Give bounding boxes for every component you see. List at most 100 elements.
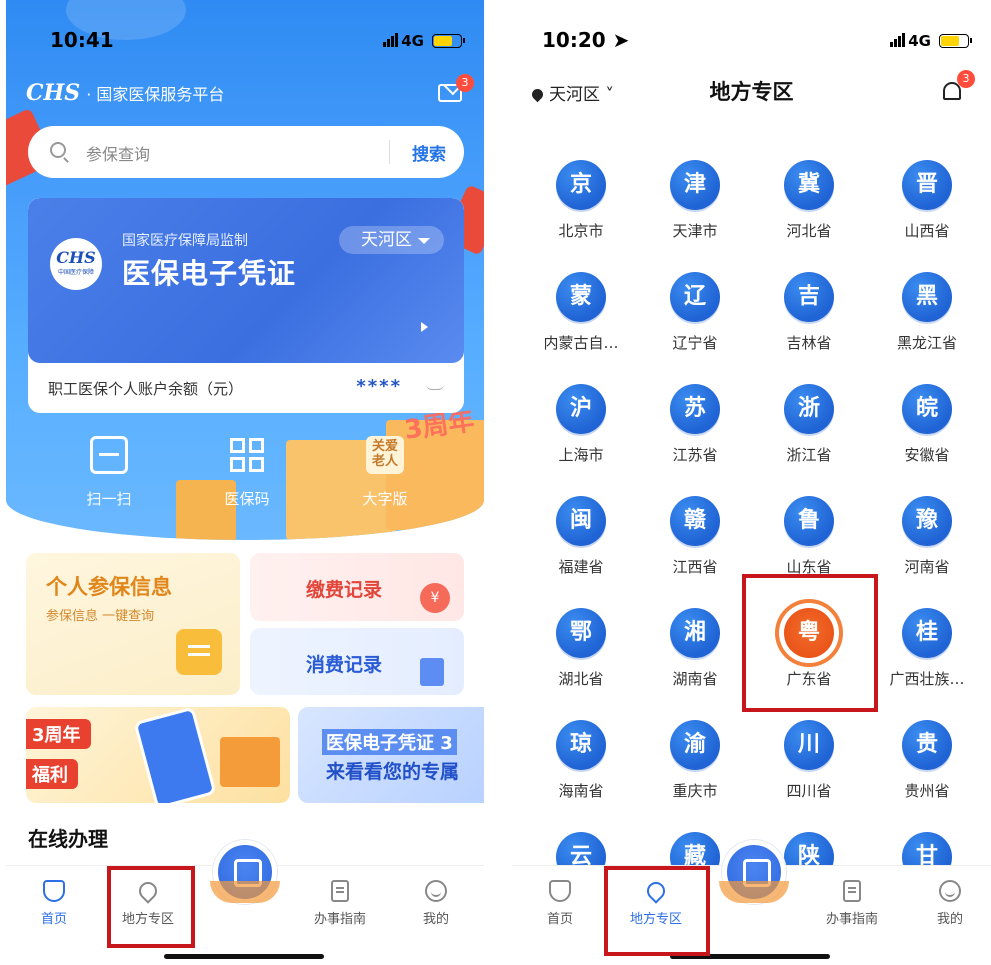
tab-guide[interactable]: 办事指南 [300,880,380,927]
province-item[interactable]: 豫河南省 [868,496,986,577]
province-item[interactable]: 辽辽宁省 [636,272,754,353]
home-indicator [164,954,324,959]
location-arrow-icon: ➤ [612,28,630,52]
voucher-banner[interactable]: 医保电子凭证 3 来看看您的专属 [298,707,484,803]
large-font-button[interactable]: 关爱老人 大字版 [340,436,430,509]
medical-code-center-button[interactable] [719,840,789,904]
signal-indicator: 4G [383,32,424,50]
province-item[interactable]: 赣江西省 [636,496,754,577]
province-name: 江西省 [672,558,718,576]
left-phone-screen: 3周年 10:41 4G CHS · 国家医保服务平台 3 参保查询 搜索 CHS… [6,0,484,965]
province-emblem-icon: 鄂 [556,608,606,658]
province-item[interactable]: 黑黑龙江省 [868,272,986,353]
balance-value: **** [356,376,402,397]
tab-guide[interactable]: 办事指南 [812,880,892,927]
signal-icon [890,33,906,47]
tab-mine[interactable]: 我的 [910,880,990,927]
province-emblem-icon: 琼 [556,720,606,770]
province-item[interactable]: 津天津市 [636,160,754,241]
insurance-info-tile[interactable]: 个人参保信息 参保信息 一键查询 [26,553,240,695]
province-item[interactable]: 川四川省 [750,720,868,801]
card-supervisor: 国家医疗保障局监制 [122,233,248,249]
province-name: 四川省 [786,782,832,800]
folder-icon [176,629,222,675]
app-name: · 国家医保服务平台 [86,85,225,104]
app-brand: CHS · 国家医保服务平台 [26,80,224,106]
phone-illustration [133,707,217,803]
scan-button[interactable]: 扫一扫 [64,436,154,509]
province-item[interactable]: 桂广西壮族… [868,608,986,689]
payment-record-tile[interactable]: 缴费记录 ¥ [250,553,464,621]
guide-doc-icon [331,880,349,902]
province-name: 重庆市 [672,782,718,800]
province-item[interactable]: 鄂湖北省 [522,608,640,689]
anniversary-banner[interactable]: 3周年 福利 [26,707,290,803]
right-phone-screen: 10:20 ➤ 4G 天河区 ˅ 地方专区 3 京北京市津天津市冀河北省晋山西省… [512,0,991,965]
status-time: 10:20 ➤ [542,28,630,52]
signal-indicator: 4G [890,32,931,50]
play-arrow-icon[interactable] [421,322,428,332]
tab-mine[interactable]: 我的 [396,880,476,927]
province-name: 上海市 [558,446,604,464]
province-item[interactable]: 琼海南省 [522,720,640,801]
province-name: 海南省 [558,782,604,800]
search-button[interactable]: 搜索 [412,140,446,165]
province-name: 河北省 [786,222,832,240]
province-item[interactable]: 晋山西省 [868,160,986,241]
province-item[interactable]: 湘湖南省 [636,608,754,689]
province-name: 辽宁省 [672,334,718,352]
province-name: 湖北省 [558,670,604,688]
chs-card-logo: CHS 中国医疗保障 [50,238,102,290]
province-emblem-icon: 津 [670,160,720,210]
tab-home[interactable]: 首页 [520,880,600,927]
search-input[interactable]: 参保查询 [86,141,150,165]
province-emblem-icon: 川 [784,720,834,770]
bell-icon[interactable]: 3 [943,70,975,100]
province-emblem-icon: 鲁 [784,496,834,546]
province-emblem-icon: 沪 [556,384,606,434]
profile-face-icon [939,880,961,902]
province-item[interactable]: 京北京市 [522,160,640,241]
province-item[interactable]: 闽福建省 [522,496,640,577]
medical-code-button[interactable]: 医保码 [202,436,292,509]
mail-icon[interactable]: 3 [438,74,474,102]
province-item[interactable]: 沪上海市 [522,384,640,465]
section-title: 在线办理 [28,827,108,851]
balance-label: 职工医保个人账户余额（元） [48,380,244,398]
tab-home[interactable]: 首页 [14,880,94,927]
province-emblem-icon: 晋 [902,160,952,210]
province-name: 浙江省 [786,446,832,464]
province-item[interactable]: 渝重庆市 [636,720,754,801]
region-dropdown[interactable]: 天河区 [339,226,444,254]
province-item[interactable]: 冀河北省 [750,160,868,241]
consumption-record-tile[interactable]: 消费记录 [250,628,464,695]
card-title: 医保电子凭证 [122,257,297,290]
province-item[interactable]: 苏江苏省 [636,384,754,465]
highlight-box [742,574,878,712]
province-emblem-icon: 蒙 [556,272,606,322]
province-item[interactable]: 吉吉林省 [750,272,868,353]
province-item[interactable]: 贵贵州省 [868,720,986,801]
province-emblem-icon: 吉 [784,272,834,322]
battery-icon [939,34,972,48]
province-name: 福建省 [558,558,604,576]
province-item[interactable]: 浙浙江省 [750,384,868,465]
guide-doc-icon [843,880,861,902]
eye-closed-icon[interactable] [426,384,444,390]
insurance-voucher-card[interactable]: CHS 中国医疗保障 国家医疗保障局监制 医保电子凭证 天河区 职工医保个人账户… [28,198,464,413]
province-item[interactable]: 皖安徽省 [868,384,986,465]
signal-icon [383,33,399,47]
scan-icon [90,436,128,474]
search-bar[interactable]: 参保查询 搜索 [28,126,464,178]
medical-code-center-button[interactable] [210,840,280,904]
gift-box-illustration [220,737,280,787]
province-emblem-icon: 湘 [670,608,720,658]
province-emblem-icon: 京 [556,160,606,210]
province-name: 湖南省 [672,670,718,688]
province-name: 内蒙古自… [543,334,619,352]
province-emblem-icon: 贵 [902,720,952,770]
province-item[interactable]: 鲁山东省 [750,496,868,577]
status-bar: 10:20 ➤ 4G [512,28,991,58]
province-emblem-icon: 闽 [556,496,606,546]
province-item[interactable]: 蒙内蒙古自… [522,272,640,353]
